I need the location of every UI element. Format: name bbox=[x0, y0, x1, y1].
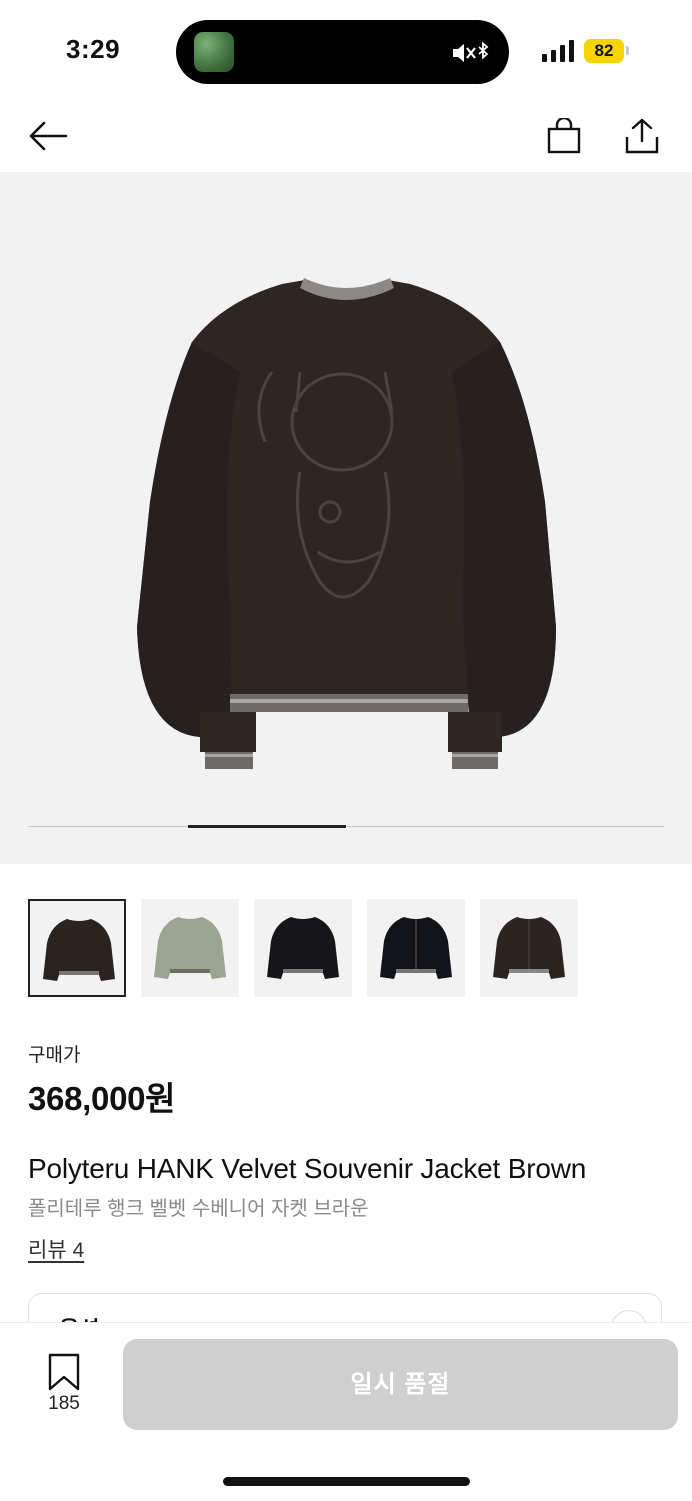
home-indicator bbox=[223, 1477, 470, 1486]
dynamic-island bbox=[176, 20, 509, 84]
thumbnail-3[interactable] bbox=[254, 899, 352, 997]
thumbnail-5[interactable] bbox=[480, 899, 578, 997]
now-playing-thumbnail bbox=[194, 32, 234, 72]
battery-cap bbox=[626, 46, 629, 55]
bottom-action-bar: 185 일시 품절 bbox=[0, 1322, 692, 1501]
cart-button[interactable] bbox=[540, 112, 588, 160]
status-bar: 3:29 82 bbox=[0, 0, 692, 100]
review-link[interactable]: 리뷰 4 bbox=[28, 1234, 84, 1264]
bookmark-icon bbox=[48, 1353, 80, 1391]
product-title: Polyteru HANK Velvet Souvenir Jacket Bro… bbox=[28, 1153, 587, 1184]
status-time: 3:29 bbox=[66, 34, 121, 64]
arrow-left-icon bbox=[29, 121, 68, 151]
thumbnail-1[interactable] bbox=[28, 899, 126, 997]
top-navigation bbox=[0, 100, 692, 172]
thumbnail-2[interactable] bbox=[141, 899, 239, 997]
soldout-button[interactable]: 일시 품절 bbox=[123, 1339, 678, 1430]
battery-indicator: 82 bbox=[584, 39, 624, 63]
share-button[interactable] bbox=[618, 112, 666, 160]
carousel-progress-indicator bbox=[188, 825, 346, 828]
share-icon bbox=[625, 118, 659, 154]
bookmark-button[interactable]: 185 bbox=[36, 1349, 92, 1429]
bookmark-count: 185 bbox=[48, 1393, 80, 1414]
product-subtitle: 폴리테루 행크 벨벳 수베니어 자켓 브라운 bbox=[28, 1198, 369, 1220]
thumbnail-strip bbox=[28, 899, 668, 999]
jacket-image bbox=[137, 278, 556, 769]
thumbnail-4[interactable] bbox=[367, 899, 465, 997]
back-button[interactable] bbox=[24, 112, 72, 160]
price-label: 구매가 bbox=[28, 1045, 81, 1066]
thumbnail-jacket-image bbox=[380, 917, 452, 979]
thumbnail-jacket-image bbox=[493, 917, 565, 979]
thumbnail-jacket-image bbox=[43, 919, 115, 981]
cellular-signal-icon bbox=[542, 40, 574, 62]
thumbnail-jacket-image bbox=[267, 917, 339, 979]
thumbnail-jacket-image bbox=[154, 917, 226, 979]
carousel-progress-track bbox=[28, 826, 664, 827]
mute-bluetooth-icon bbox=[453, 41, 489, 62]
shopping-bag-icon bbox=[547, 118, 581, 154]
product-image-carousel[interactable] bbox=[0, 172, 692, 864]
price: 368,000원 bbox=[28, 1080, 176, 1117]
